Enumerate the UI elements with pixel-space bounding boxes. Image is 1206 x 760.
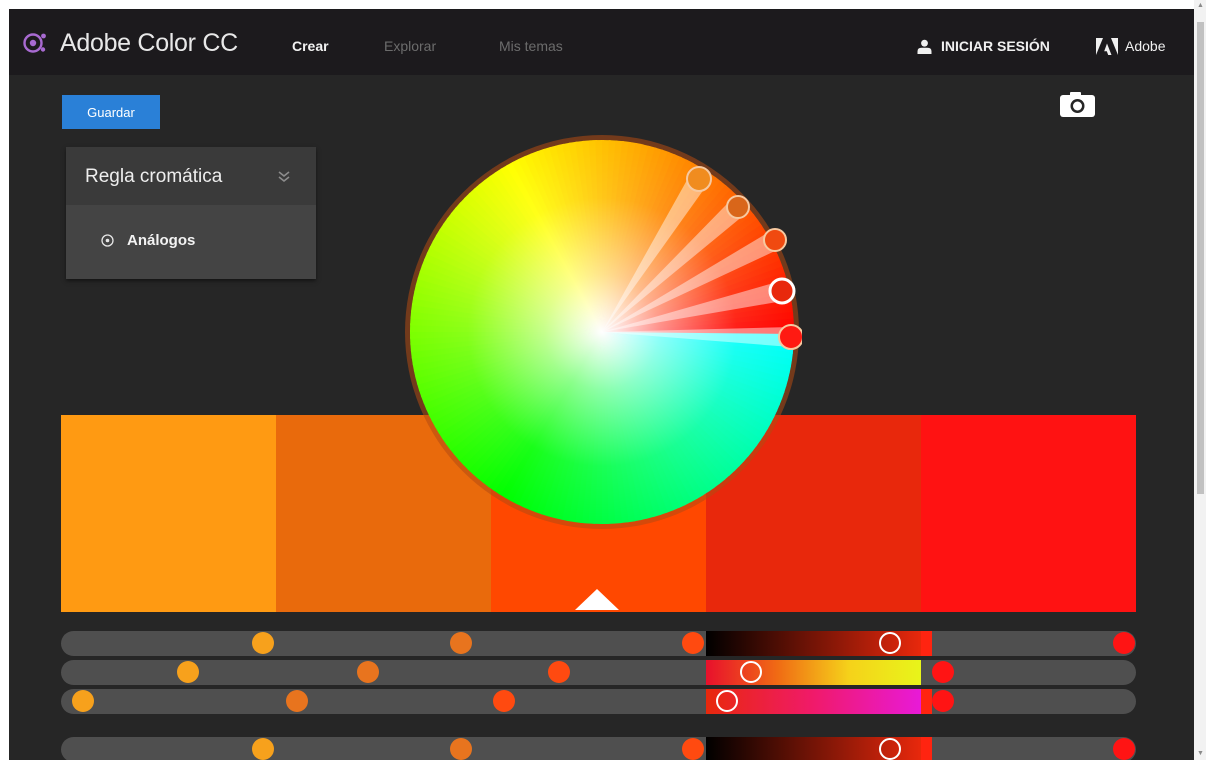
- color-rule-dropdown[interactable]: Regla cromática: [66, 147, 316, 205]
- sign-in-label: INICIAR SESIÓN: [941, 38, 1050, 54]
- slider-fill: [921, 631, 932, 656]
- slider-knob-active[interactable]: [716, 690, 738, 712]
- active-swatch-pointer: [575, 589, 619, 610]
- wheel-handle-5[interactable]: [778, 324, 802, 350]
- color-swatch-5[interactable]: [921, 415, 1136, 612]
- slider-row-4: [61, 737, 1136, 760]
- adobe-label: Adobe: [1125, 38, 1166, 54]
- slider-knob[interactable]: [1113, 738, 1135, 760]
- active-slider-gradient[interactable]: [706, 689, 921, 714]
- slider-fill: [921, 660, 932, 685]
- slider-row-1: [61, 631, 1136, 656]
- slider-knob[interactable]: [72, 690, 94, 712]
- scroll-down-arrow-icon[interactable]: ▼: [1197, 750, 1204, 758]
- slider-knob-active[interactable]: [879, 738, 901, 760]
- slider-knob[interactable]: [252, 738, 274, 760]
- nav-tab-mis-temas[interactable]: Mis temas: [499, 38, 563, 54]
- sign-in-link[interactable]: INICIAR SESIÓN: [917, 36, 1050, 56]
- wheel-handle-2[interactable]: [726, 195, 750, 219]
- color-wheel-logo-icon[interactable]: [22, 30, 48, 56]
- nav-tab-explorar[interactable]: Explorar: [384, 38, 436, 54]
- color-wheel[interactable]: [402, 132, 802, 532]
- camera-icon[interactable]: [1060, 92, 1095, 117]
- app-title[interactable]: Adobe Color CC: [60, 29, 238, 58]
- slider-knob[interactable]: [932, 661, 954, 683]
- wheel-handle-3[interactable]: [763, 228, 787, 252]
- slider-knob-active[interactable]: [740, 661, 762, 683]
- color-rule-option-analogos[interactable]: Análogos: [101, 232, 195, 249]
- slider-row-3: [61, 689, 1136, 714]
- active-slider-gradient[interactable]: [706, 660, 921, 685]
- slider-knob[interactable]: [548, 661, 570, 683]
- slider-knob[interactable]: [493, 690, 515, 712]
- slider-row-2: [61, 660, 1136, 685]
- slider-knob[interactable]: [682, 632, 704, 654]
- slider-knob[interactable]: [450, 738, 472, 760]
- user-icon: [917, 39, 932, 54]
- wheel-handle-1[interactable]: [686, 166, 712, 192]
- slider-knob[interactable]: [286, 690, 308, 712]
- color-rule-option-label: Análogos: [127, 232, 196, 249]
- slider-fill: [921, 689, 932, 714]
- slider-knob[interactable]: [450, 632, 472, 654]
- color-swatch-1[interactable]: [61, 415, 276, 612]
- wheel-handle-4[interactable]: [768, 277, 796, 305]
- double-chevron-down-icon: [278, 171, 290, 183]
- adobe-logo-icon: [1096, 37, 1118, 55]
- color-rule-title: Regla cromática: [85, 166, 223, 187]
- slider-knob[interactable]: [1113, 632, 1135, 654]
- adobe-link[interactable]: Adobe: [1096, 36, 1165, 56]
- slider-knob[interactable]: [932, 690, 954, 712]
- slider-knob[interactable]: [177, 661, 199, 683]
- app-window: Adobe Color CC Crear Explorar Mis temas …: [9, 9, 1194, 760]
- scroll-up-arrow-icon[interactable]: ▲: [1197, 2, 1204, 10]
- radio-icon: [101, 234, 114, 247]
- nav-tab-crear[interactable]: Crear: [292, 38, 329, 54]
- color-rule-panel: Regla cromática Análogos: [66, 147, 316, 279]
- slider-fill: [921, 737, 932, 760]
- top-navigation-bar: Adobe Color CC Crear Explorar Mis temas …: [9, 9, 1194, 75]
- slider-knob[interactable]: [252, 632, 274, 654]
- slider-knob-active[interactable]: [879, 632, 901, 654]
- save-button[interactable]: Guardar: [62, 95, 160, 129]
- slider-knob[interactable]: [357, 661, 379, 683]
- scrollbar-thumb[interactable]: [1197, 22, 1204, 494]
- slider-knob[interactable]: [682, 738, 704, 760]
